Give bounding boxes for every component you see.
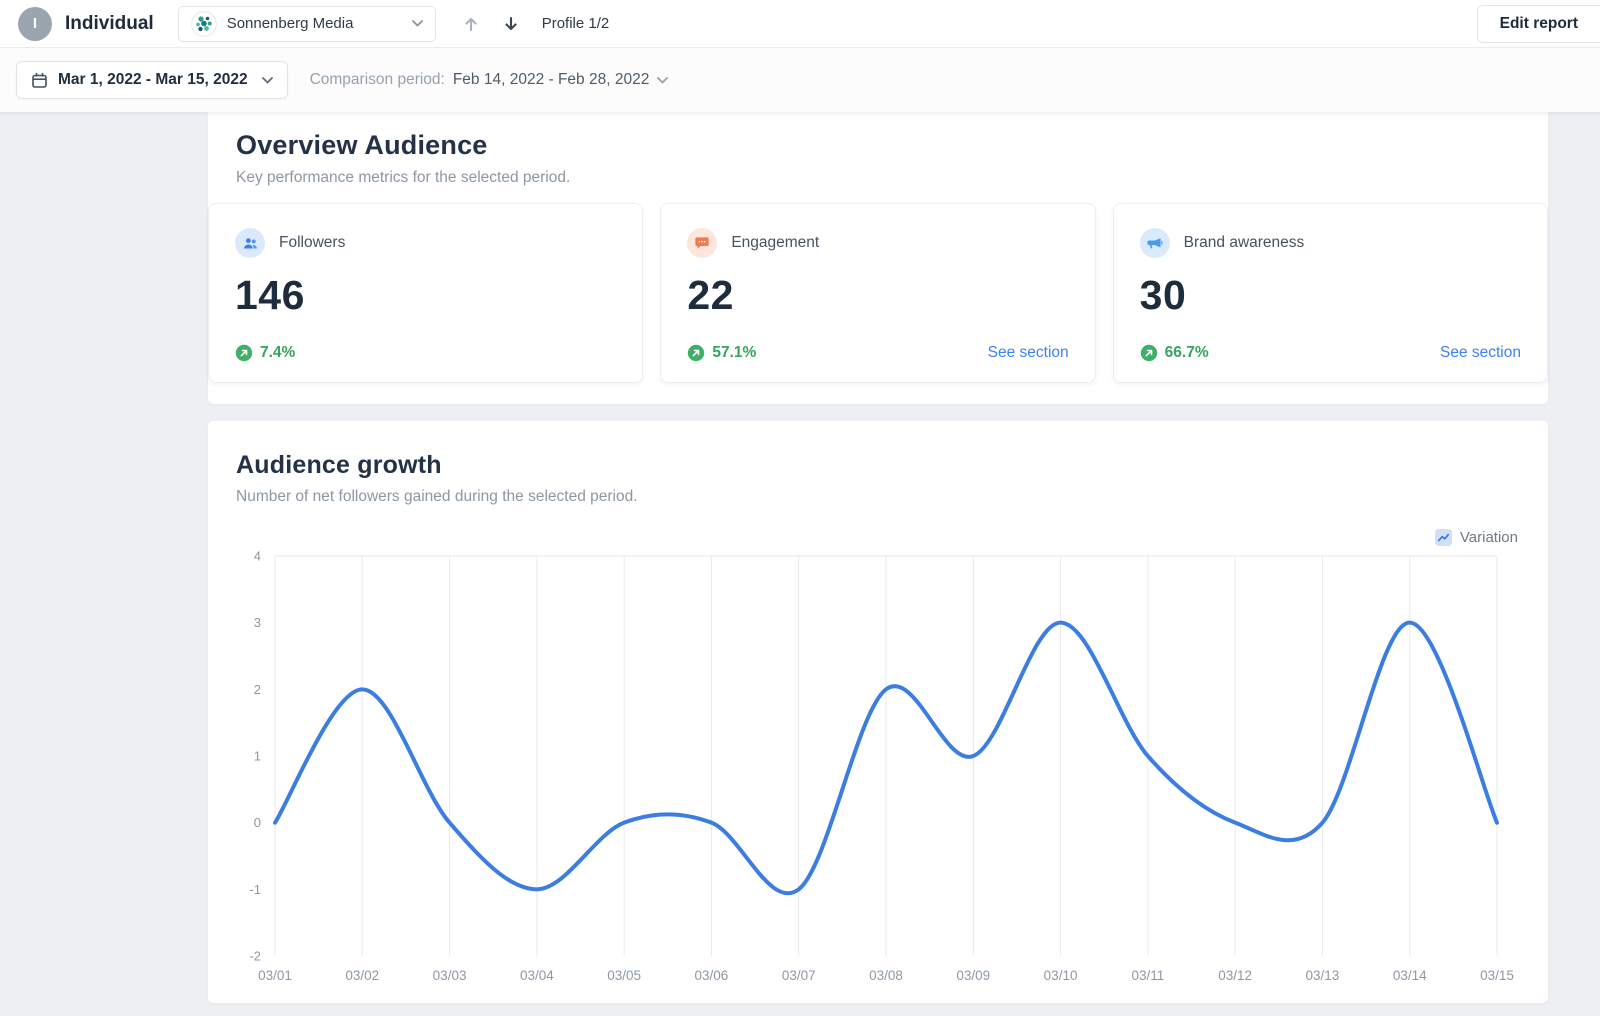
x-tick-label: 03/10 — [1044, 968, 1078, 983]
y-tick-label: 0 — [254, 815, 261, 830]
metric-label: Followers — [279, 234, 345, 252]
x-tick-label: 03/14 — [1393, 968, 1427, 983]
arrow-down-icon — [502, 15, 520, 33]
workspace-name: Individual — [65, 13, 154, 35]
megaphone-icon — [1140, 228, 1170, 258]
metric-delta: 7.4% — [235, 344, 295, 362]
x-tick-label: 03/12 — [1218, 968, 1252, 983]
profile-dropdown-value: Sonnenberg Media — [227, 15, 402, 32]
top-bar: I Individual Sonnenberg Media — [0, 0, 1600, 48]
x-tick-label: 03/02 — [345, 968, 379, 983]
x-tick-label: 03/13 — [1306, 968, 1340, 983]
variation-legend-icon — [1435, 529, 1452, 546]
date-range-value: Mar 1, 2022 - Mar 15, 2022 — [58, 71, 248, 89]
arrow-up-icon — [462, 15, 480, 33]
x-tick-label: 03/08 — [869, 968, 903, 983]
date-range-picker[interactable]: Mar 1, 2022 - Mar 15, 2022 — [16, 61, 288, 99]
report-page: Overview Audience Key performance metric… — [0, 112, 1600, 1003]
trend-up-icon — [1140, 344, 1158, 362]
profile-pager: Profile 1/2 — [542, 15, 610, 32]
x-tick-label: 03/03 — [433, 968, 467, 983]
filter-bar: Mar 1, 2022 - Mar 15, 2022 Comparison pe… — [0, 48, 1600, 112]
chevron-down-icon — [412, 20, 423, 27]
legend-label: Variation — [1460, 529, 1518, 546]
section-title: Audience growth — [236, 451, 1520, 480]
see-section-link[interactable]: See section — [1440, 344, 1521, 362]
section-subtitle: Key performance metrics for the selected… — [236, 169, 1520, 187]
next-profile-button[interactable] — [498, 11, 524, 37]
followers-icon — [235, 228, 265, 258]
trend-up-icon — [687, 344, 705, 362]
calendar-icon — [31, 72, 48, 89]
metric-value: 22 — [687, 272, 1068, 319]
audience-growth-section: Audience growth Number of net followers … — [208, 421, 1548, 1003]
x-tick-label: 03/09 — [956, 968, 990, 983]
y-tick-label: 3 — [254, 615, 261, 630]
see-section-link[interactable]: See section — [988, 344, 1069, 362]
y-tick-label: -2 — [249, 949, 261, 964]
brand-awareness-card: Brand awareness 30 66.7% See section — [1113, 203, 1548, 383]
metric-delta: 57.1% — [687, 344, 756, 362]
metric-cards-row: Followers 146 7.4% — [208, 203, 1548, 383]
x-tick-label: 03/15 — [1480, 968, 1514, 983]
legend-item-variation[interactable]: Variation — [1435, 529, 1518, 546]
chevron-down-icon — [262, 77, 273, 84]
x-tick-label: 03/07 — [782, 968, 816, 983]
edit-report-button[interactable]: Edit report — [1477, 5, 1600, 43]
metric-label: Engagement — [731, 234, 819, 252]
previous-profile-button[interactable] — [458, 11, 484, 37]
section-subtitle: Number of net followers gained during th… — [236, 488, 1520, 506]
engagement-card: Engagement 22 57.1% See section — [660, 203, 1095, 383]
profile-dropdown[interactable]: Sonnenberg Media — [178, 6, 436, 42]
y-tick-label: 4 — [254, 549, 261, 564]
engagement-icon — [687, 228, 717, 258]
metric-delta: 66.7% — [1140, 344, 1209, 362]
y-tick-label: 2 — [254, 682, 261, 697]
x-tick-label: 03/06 — [695, 968, 729, 983]
x-tick-label: 03/04 — [520, 968, 554, 983]
comparison-value: Feb 14, 2022 - Feb 28, 2022 — [453, 71, 649, 89]
x-tick-label: 03/01 — [258, 968, 292, 983]
audience-growth-chart: 4 3 2 1 0 -1 -2 03/01 03/02 03/03 03/04 03/05 03/06 0… — [208, 536, 1548, 1006]
metric-label: Brand awareness — [1184, 234, 1305, 252]
comparison-period-picker[interactable]: Comparison period: Feb 14, 2022 - Feb 28… — [310, 71, 669, 89]
x-tick-label: 03/05 — [607, 968, 641, 983]
overview-audience-section: Overview Audience Key performance metric… — [208, 112, 1548, 404]
section-title: Overview Audience — [236, 130, 1520, 161]
y-tick-label: 1 — [254, 749, 261, 764]
y-tick-label: -1 — [249, 882, 261, 897]
delta-value: 66.7% — [1165, 344, 1209, 362]
x-tick-label: 03/11 — [1131, 968, 1164, 983]
metric-value: 30 — [1140, 272, 1521, 319]
followers-card: Followers 146 7.4% — [208, 203, 643, 383]
chevron-down-icon — [657, 77, 668, 84]
avatar: I — [18, 7, 52, 41]
metric-value: 146 — [235, 272, 616, 319]
delta-value: 7.4% — [260, 344, 295, 362]
comparison-label: Comparison period: — [310, 71, 445, 89]
profile-logo-icon — [191, 11, 217, 37]
trend-up-icon — [235, 344, 253, 362]
delta-value: 57.1% — [712, 344, 756, 362]
